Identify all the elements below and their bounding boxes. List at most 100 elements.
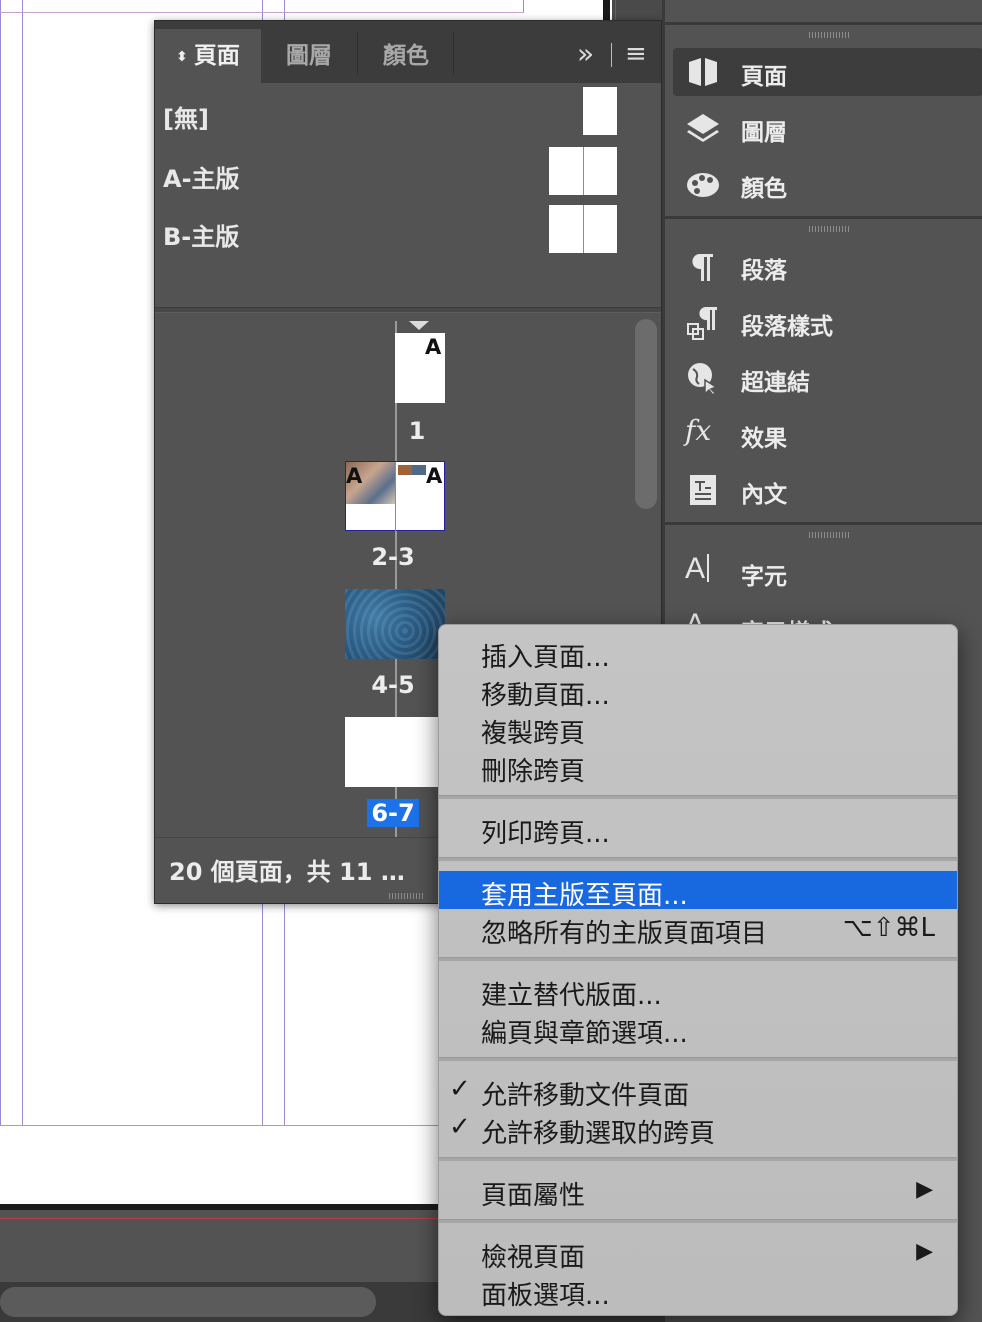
dock-separator — [665, 522, 982, 525]
hyperlinks-icon — [688, 363, 718, 396]
menu-item-page-attributes[interactable]: 頁面屬性 ▶ — [439, 1171, 957, 1211]
dock-item-paragraph[interactable]: 段落 — [673, 242, 982, 290]
menu-item-label: 允許移動選取的跨頁 — [481, 1119, 716, 1149]
dock-item-text-wrap[interactable]: 內文 — [673, 466, 982, 514]
menu-item-move-pages[interactable]: 移動頁面... — [439, 671, 957, 711]
layers-icon — [687, 114, 719, 142]
menu-item-numbering-section-options[interactable]: 編頁與章節選項... — [439, 1009, 957, 1049]
spread-label[interactable]: 1 — [367, 417, 467, 445]
dock-item-effects[interactable]: fx 效果 — [673, 410, 982, 458]
tab-pages[interactable]: ⬍ 頁面 — [155, 29, 261, 83]
cloud-texture — [345, 589, 445, 659]
menu-separator — [439, 1219, 957, 1223]
master-row-b[interactable]: B-主版 — [155, 205, 661, 263]
masters-pages-divider[interactable] — [155, 307, 661, 313]
menu-item-delete-spread[interactable]: 刪除跨頁 — [439, 747, 957, 787]
dock-item-color[interactable]: 顏色 — [673, 160, 982, 208]
color-palette-icon — [687, 173, 719, 197]
menu-item-label: 忽略所有的主版頁面項目 — [481, 919, 768, 949]
submenu-arrow-icon: ▶ — [916, 1177, 933, 1202]
page-edge — [604, 0, 610, 22]
master-row-a[interactable]: A-主版 — [155, 147, 661, 205]
spread-thumbnail[interactable] — [345, 589, 445, 659]
menu-separator — [439, 795, 957, 799]
menu-item-label: 刪除跨頁 — [481, 757, 586, 787]
pages-icon — [689, 56, 717, 88]
page-thumbnail[interactable]: A — [395, 333, 445, 403]
menu-separator — [439, 1157, 957, 1161]
dock-separator — [665, 216, 982, 219]
dock-item-label: 圖層 — [741, 120, 787, 146]
panel-menu-icon[interactable]: ≡ — [625, 39, 647, 69]
menu-item-label: 頁面屬性 — [481, 1181, 586, 1211]
menu-item-allow-document-pages-shuffle[interactable]: ✓ 允許移動文件頁面 — [439, 1071, 957, 1111]
spread-fold — [583, 147, 584, 195]
horizontal-scrollbar-thumb[interactable] — [0, 1287, 376, 1317]
menu-item-print-spread[interactable]: 列印跨頁... — [439, 809, 957, 849]
dock-item-label: 內文 — [741, 482, 787, 508]
control-divider — [611, 43, 612, 67]
master-prefix: A — [426, 464, 443, 488]
menu-item-label: 允許移動文件頁面 — [481, 1081, 690, 1111]
submenu-arrow-icon: ▶ — [916, 1239, 933, 1264]
dock-grip[interactable] — [809, 32, 849, 38]
dock-item-label: 字元 — [741, 564, 787, 590]
first-page-marker-icon — [409, 321, 429, 330]
menu-item-panel-options[interactable]: 面板選項... — [439, 1271, 957, 1311]
margin-guide — [0, 0, 1, 1126]
dock-item-pages[interactable]: 頁面 — [673, 48, 982, 96]
dock-grip[interactable] — [809, 226, 849, 232]
dock-item-layers[interactable]: 圖層 — [673, 104, 982, 152]
dock-item-label: 段落 — [741, 258, 787, 284]
menu-separator — [439, 957, 957, 961]
checkmark-icon: ✓ — [449, 1112, 471, 1142]
page-count-status: 20 個頁面，共 11 … — [169, 858, 405, 886]
dock-item-hyperlinks[interactable]: 超連結 — [673, 354, 982, 402]
menu-item-allow-selected-spread-shuffle[interactable]: ✓ 允許移動選取的跨頁 — [439, 1109, 957, 1149]
menu-item-label: 列印跨頁... — [481, 819, 610, 849]
tab-color[interactable]: 顏色 — [359, 29, 453, 83]
menu-item-view-pages[interactable]: 檢視頁面 ▶ — [439, 1233, 957, 1273]
dock-item-label: 超連結 — [741, 370, 810, 396]
spread-thumbnail[interactable] — [345, 717, 445, 787]
dock-item-character[interactable]: A 字元 — [673, 548, 982, 596]
master-label: A-主版 — [163, 165, 240, 193]
spread-thumbnail[interactable]: A A — [345, 461, 445, 532]
menu-item-create-alternate-layout[interactable]: 建立替代版面... — [439, 971, 957, 1011]
paragraph-styles-icon — [687, 307, 717, 340]
menu-item-label: 檢視頁面 — [481, 1243, 586, 1273]
dock-separator — [665, 22, 982, 25]
margin-guide — [22, 0, 23, 1126]
collapse-panel-icon[interactable]: » — [577, 37, 594, 70]
menu-item-label: 套用主版至頁面... — [481, 881, 688, 911]
dock-grip[interactable] — [809, 532, 849, 538]
master-thumbnail[interactable] — [549, 205, 617, 253]
menu-item-override-all-master-items[interactable]: 忽略所有的主版頁面項目 ⌥⇧⌘L — [439, 909, 957, 949]
vertical-scrollbar-thumb[interactable] — [635, 319, 657, 509]
menu-separator — [439, 857, 957, 861]
menu-item-apply-master[interactable]: 套用主版至頁面... — [439, 871, 957, 911]
photo-thumb — [412, 465, 426, 475]
dock-item-paragraph-styles[interactable]: 段落樣式 — [673, 298, 982, 346]
pages-panel-context-menu: 插入頁面... 移動頁面... 複製跨頁 刪除跨頁 列印跨頁... 套用主版至頁… — [438, 624, 958, 1316]
menu-item-insert-pages[interactable]: 插入頁面... — [439, 633, 957, 673]
master-prefix: A — [346, 464, 363, 488]
master-thumbnail[interactable] — [583, 87, 617, 135]
master-row-none[interactable]: [無] — [155, 87, 661, 145]
character-icon: A — [685, 552, 721, 588]
tab-layers[interactable]: 圖層 — [263, 29, 355, 83]
tab-divider — [357, 31, 358, 75]
spread-label[interactable]: 2-3 — [343, 543, 443, 571]
menu-item-label: 複製跨頁 — [481, 719, 586, 749]
menu-item-label: 編頁與章節選項... — [481, 1019, 688, 1049]
master-label: B-主版 — [163, 223, 240, 251]
menu-item-duplicate-spread[interactable]: 複製跨頁 — [439, 709, 957, 749]
photo-thumb — [398, 465, 412, 475]
panel-resize-grip[interactable] — [389, 893, 423, 899]
menu-item-label: 移動頁面... — [481, 681, 610, 711]
keyboard-shortcut: ⌥⇧⌘L — [842, 913, 935, 943]
spread-label-selected[interactable]: 6-7 — [367, 799, 419, 827]
menu-separator — [439, 1057, 957, 1061]
master-thumbnail[interactable] — [549, 147, 617, 195]
spread-label[interactable]: 4-5 — [343, 671, 443, 699]
